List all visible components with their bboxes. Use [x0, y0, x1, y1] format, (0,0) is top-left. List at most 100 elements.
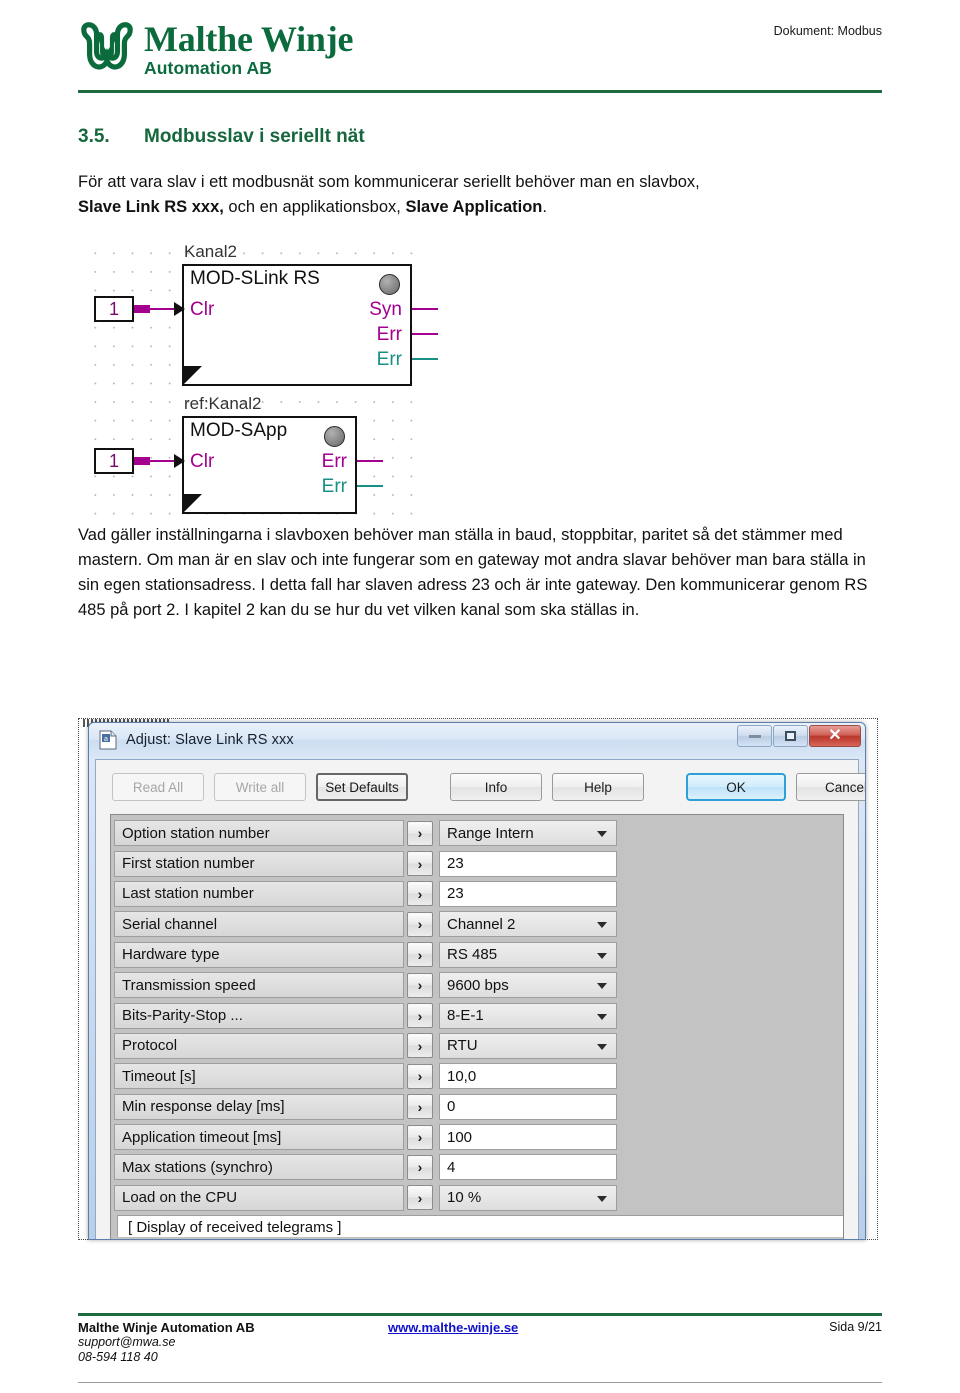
- footer-divider: [78, 1313, 882, 1316]
- block1-wire-syn: [412, 308, 438, 310]
- chevron-down-icon: [597, 922, 607, 929]
- setting-label-first-station-number: First station number: [114, 850, 404, 877]
- settings-row: Hardware type › RS 485: [114, 940, 841, 970]
- expander-icon-load-on-cpu[interactable]: ›: [407, 1185, 433, 1211]
- setting-value-max-stations[interactable]: 4: [439, 1154, 617, 1181]
- block2-output-err-1: Err: [321, 451, 347, 472]
- read-all-button[interactable]: Read All: [112, 773, 204, 801]
- company-logo: Malthe Winje Automation AB: [78, 18, 353, 78]
- setting-label-load-on-cpu: Load on the CPU: [114, 1184, 404, 1211]
- block2-input-arrow-icon: [174, 454, 185, 468]
- expander-icon-first-station-number[interactable]: ›: [407, 851, 433, 877]
- section-title: Modbusslav i seriellt nät: [144, 126, 365, 147]
- footer-website-block: www.malthe-winje.se: [388, 1320, 772, 1365]
- block2-name: MOD-SApp: [190, 420, 288, 441]
- block2-corner-marker: [184, 494, 202, 512]
- logo-subtitle: Automation AB: [144, 58, 272, 78]
- expander-icon-protocol[interactable]: ›: [407, 1033, 433, 1059]
- setting-value-text: 8-E-1: [447, 1007, 484, 1025]
- expander-icon-bits-parity-stop[interactable]: ›: [407, 1003, 433, 1029]
- setting-value-text: Range Intern: [447, 824, 534, 842]
- setting-value-hardware-type[interactable]: RS 485: [439, 941, 617, 968]
- chevron-down-icon: [597, 1043, 607, 1050]
- setting-label-timeout: Timeout [s]: [114, 1063, 404, 1090]
- footer-page-number: Sida 9/21: [829, 1320, 882, 1334]
- expander-icon-last-station-number[interactable]: ›: [407, 881, 433, 907]
- page-header: Malthe Winje Automation AB Dokument: Mod…: [0, 0, 960, 96]
- maximize-icon: [785, 731, 796, 741]
- setting-value-min-response-delay[interactable]: 0: [439, 1093, 617, 1120]
- settings-row: Min response delay [ms] › 0: [114, 1092, 841, 1122]
- expander-icon-serial-channel[interactable]: ›: [407, 911, 433, 937]
- block1-input-clr: Clr: [190, 299, 215, 320]
- document-label: Dokument: Modbus: [773, 24, 882, 38]
- setting-value-first-station-number[interactable]: 23: [439, 850, 617, 877]
- settings-row: Max stations (synchro) › 4: [114, 1152, 841, 1182]
- setting-label-last-station-number: Last station number: [114, 880, 404, 907]
- info-button[interactable]: Info: [450, 773, 542, 801]
- block1-wire-err2: [412, 358, 438, 360]
- setting-label-option-station-number: Option station number: [114, 820, 404, 847]
- setting-value-bits-parity-stop[interactable]: 8-E-1: [439, 1002, 617, 1029]
- section-number: 3.5.: [78, 126, 110, 147]
- setting-value-last-station-number[interactable]: 23: [439, 880, 617, 907]
- dialog-titlebar[interactable]: a Adjust: Slave Link RS xxx ✕: [89, 723, 865, 757]
- malthe-winje-logo-icon: [78, 18, 136, 76]
- write-all-button[interactable]: Write all: [214, 773, 306, 801]
- maximize-button[interactable]: [773, 725, 808, 747]
- setting-value-option-station-number[interactable]: Range Intern: [439, 820, 617, 847]
- chevron-down-icon: [597, 952, 607, 959]
- expander-icon-option-station-number[interactable]: ›: [407, 820, 433, 846]
- ok-button[interactable]: OK: [686, 773, 786, 801]
- setting-value-load-on-cpu[interactable]: 10 %: [439, 1184, 617, 1211]
- expander-icon-application-timeout[interactable]: ›: [407, 1124, 433, 1150]
- settings-row: First station number › 23: [114, 848, 841, 878]
- block2-wire-err1: [357, 460, 383, 462]
- setting-label-bits-parity-stop: Bits-Parity-Stop ...: [114, 1002, 404, 1029]
- settings-row: Transmission speed › 9600 bps: [114, 970, 841, 1000]
- block2-output-err-2: Err: [321, 476, 347, 497]
- minimize-icon: [748, 734, 761, 738]
- footer-company-name: Malthe Winje Automation AB: [78, 1320, 255, 1335]
- setting-label-serial-channel: Serial channel: [114, 911, 404, 938]
- expander-icon-hardware-type[interactable]: ›: [407, 942, 433, 968]
- minimize-button[interactable]: [737, 725, 772, 747]
- block1-input-arrow-icon: [174, 302, 185, 316]
- setting-value-text: RS 485: [447, 946, 498, 964]
- expander-icon-transmission-speed[interactable]: ›: [407, 972, 433, 998]
- block2-title: ref:Kanal2: [184, 394, 262, 413]
- setting-value-serial-channel[interactable]: Channel 2: [439, 911, 617, 938]
- setting-value-protocol[interactable]: RTU: [439, 1032, 617, 1059]
- body-paragraph: Vad gäller inställningarna i slavboxen b…: [78, 526, 868, 619]
- block1-corner-marker: [184, 366, 202, 384]
- settings-row: Option station number › Range Intern: [114, 818, 841, 848]
- cancel-button[interactable]: Cancel: [796, 773, 865, 801]
- document-page: Malthe Winje Automation AB Dokument: Mod…: [0, 0, 960, 1393]
- settings-row: Bits-Parity-Stop ... › 8-E-1: [114, 1000, 841, 1030]
- expander-icon-timeout[interactable]: ›: [407, 1063, 433, 1089]
- setting-value-transmission-speed[interactable]: 9600 bps: [439, 972, 617, 999]
- page-footer: Malthe Winje Automation AB support@mwa.s…: [78, 1320, 882, 1365]
- intro-bold1: Slave Link RS xxx,: [78, 198, 224, 216]
- block2-input-constant: 1: [94, 448, 134, 474]
- expander-icon-min-response-delay[interactable]: ›: [407, 1094, 433, 1120]
- block1-input-constant: 1: [94, 296, 134, 322]
- setting-value-application-timeout[interactable]: 100: [439, 1124, 617, 1151]
- setting-value-timeout[interactable]: 10,0: [439, 1063, 617, 1090]
- expander-icon-max-stations[interactable]: ›: [407, 1154, 433, 1180]
- close-button[interactable]: ✕: [809, 725, 861, 747]
- setting-label-min-response-delay: Min response delay [ms]: [114, 1093, 404, 1120]
- setting-value-text: 10 %: [447, 1189, 482, 1207]
- display-received-telegrams-row[interactable]: [ Display of received telegrams ]: [117, 1215, 843, 1238]
- block1-title: Kanal2: [184, 242, 237, 261]
- block2-input-clr: Clr: [190, 451, 215, 472]
- page-content: 3.5. Modbusslav i seriellt nät För att v…: [0, 96, 960, 623]
- footer-website-link[interactable]: www.malthe-winje.se: [388, 1320, 518, 1335]
- footer-company-block: Malthe Winje Automation AB support@mwa.s…: [78, 1320, 388, 1365]
- footer-email: support@mwa.se: [78, 1335, 176, 1349]
- block1-output-err-1: Err: [376, 324, 402, 345]
- chevron-down-icon: [597, 831, 607, 838]
- help-button[interactable]: Help: [552, 773, 644, 801]
- block1-output-err-2: Err: [376, 349, 402, 370]
- set-defaults-button[interactable]: Set Defaults: [316, 773, 408, 801]
